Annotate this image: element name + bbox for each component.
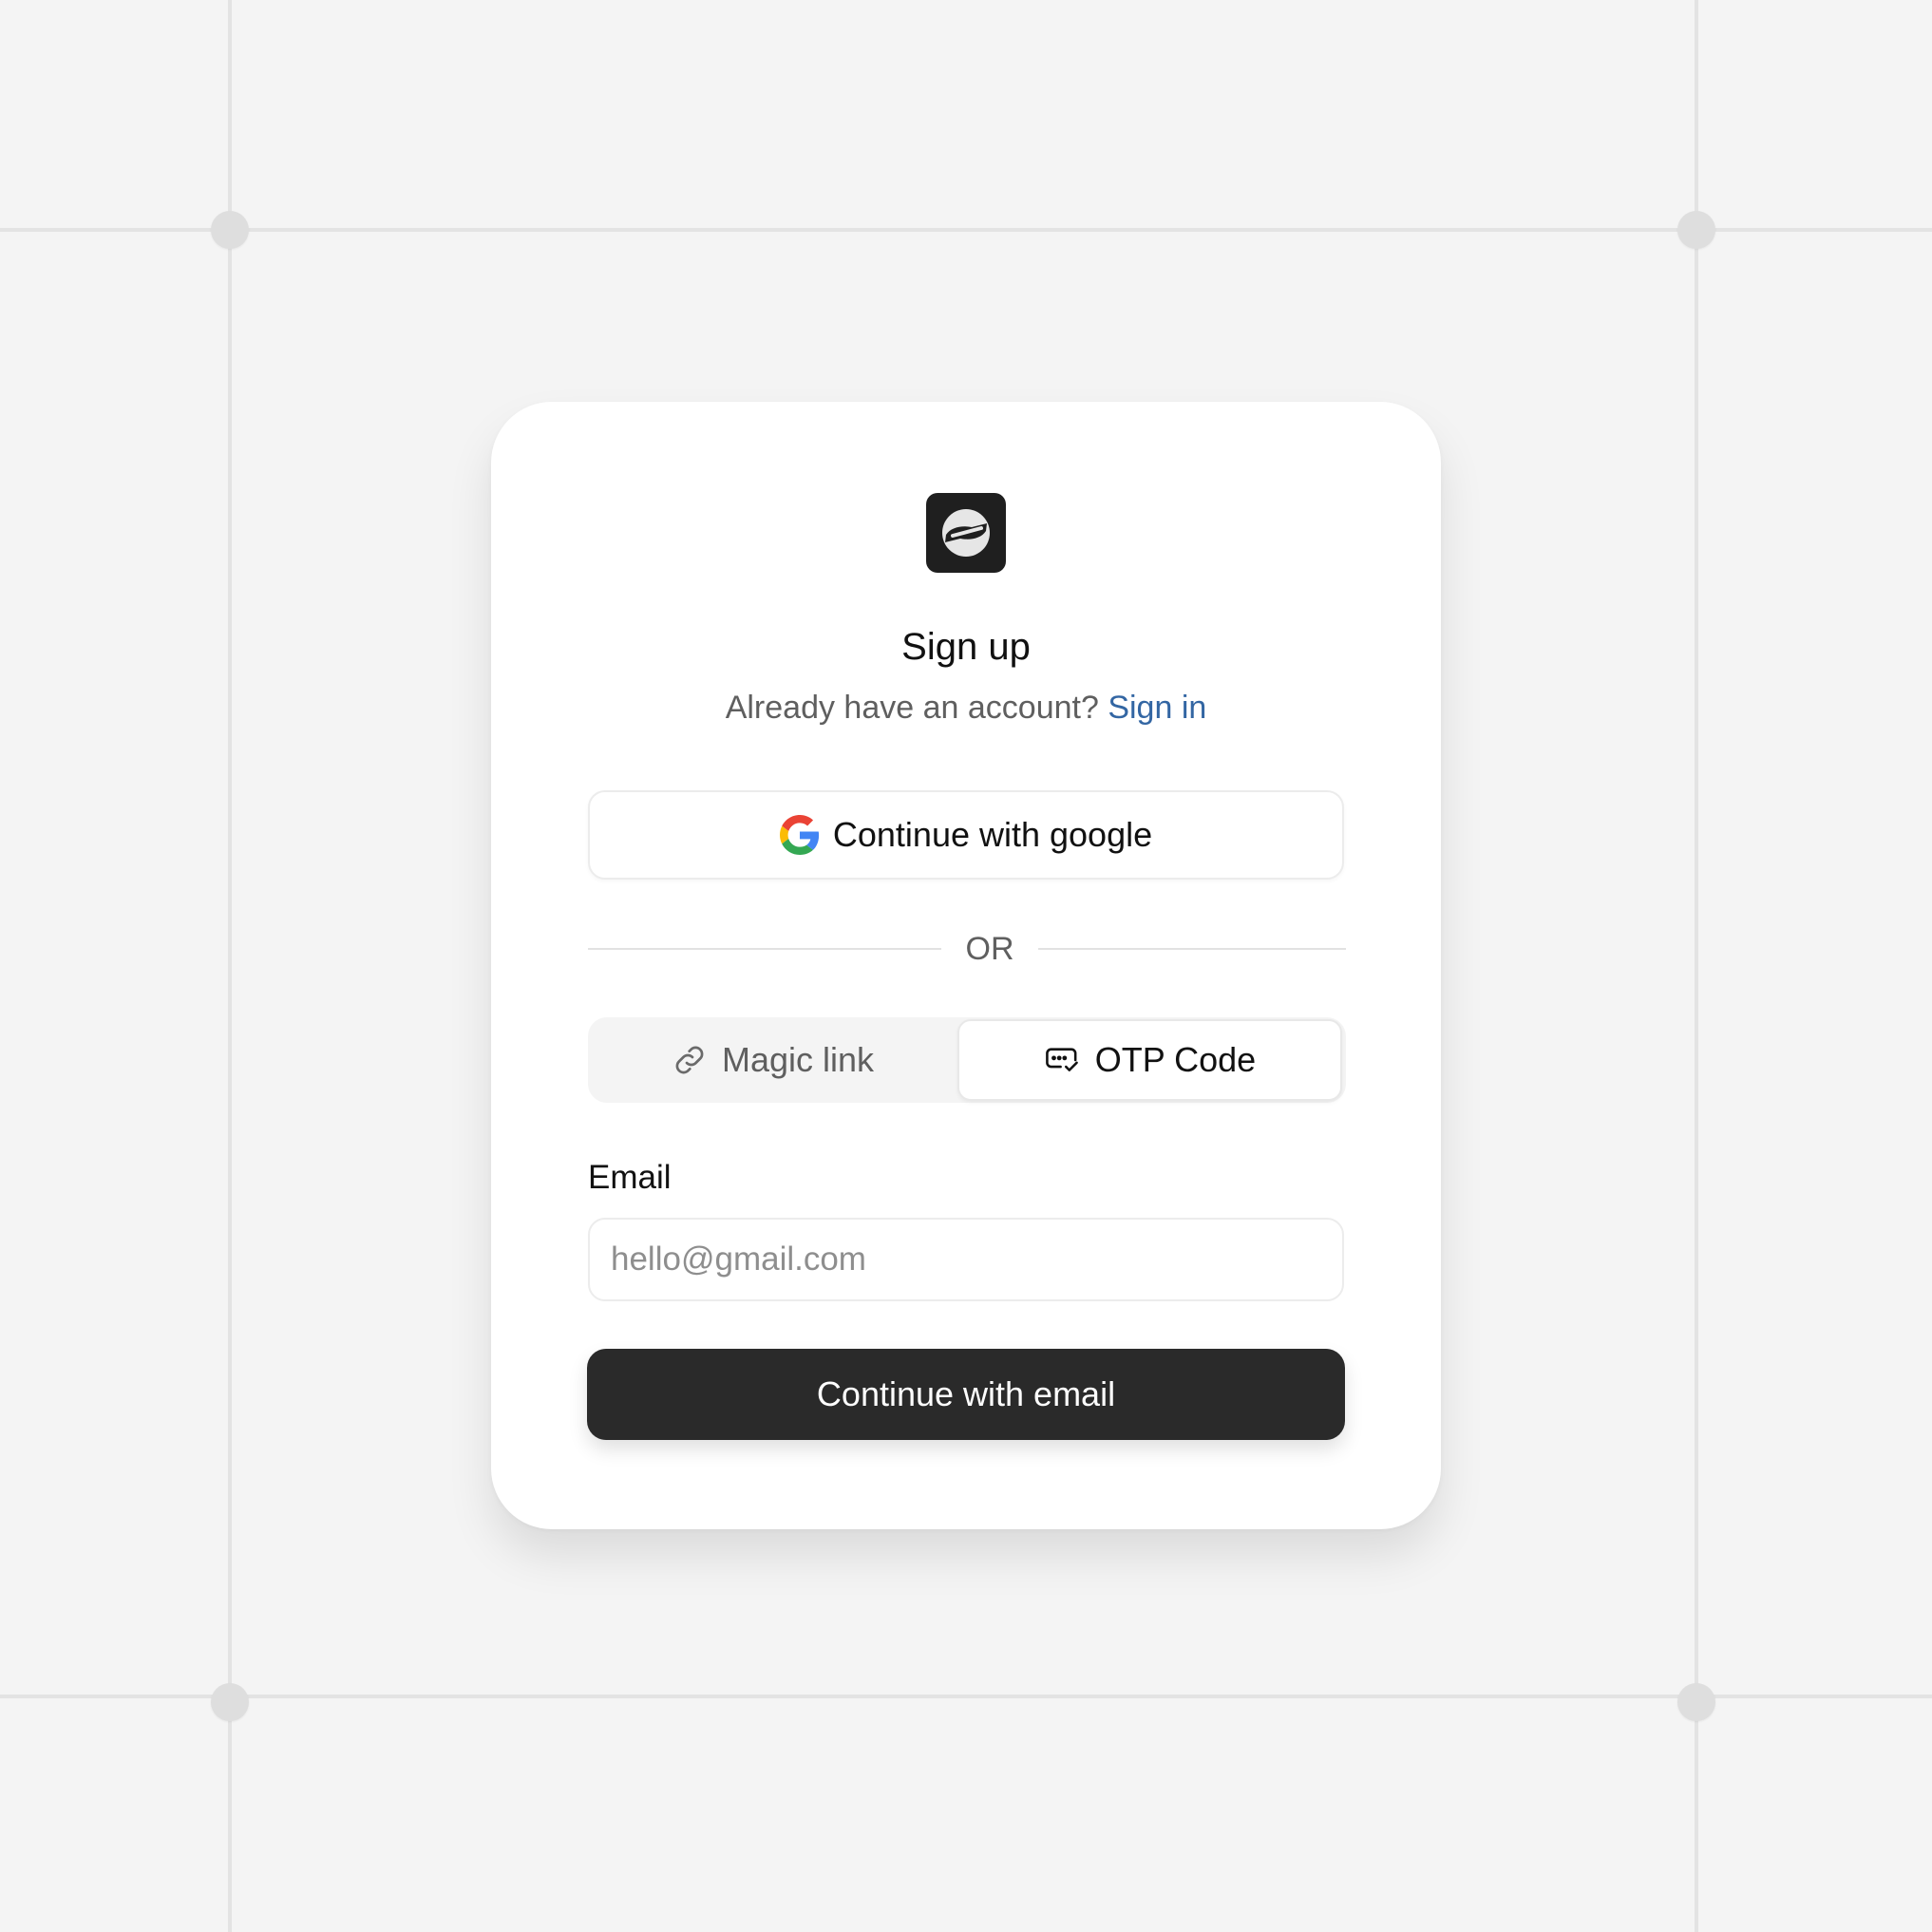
signin-link[interactable]: Sign in bbox=[1108, 690, 1206, 726]
page-title: Sign up bbox=[901, 626, 1031, 668]
guide-dot-top-right bbox=[1677, 211, 1715, 249]
google-button-label: Continue with google bbox=[832, 815, 1153, 854]
guide-line-vertical-left bbox=[228, 0, 232, 1932]
guide-line-horizontal-top bbox=[0, 228, 1932, 232]
google-icon bbox=[779, 815, 819, 855]
signup-card: Sign up Already have an account? Sign in… bbox=[491, 402, 1441, 1529]
continue-with-email-button[interactable]: Continue with email bbox=[587, 1349, 1345, 1440]
or-divider: OR bbox=[588, 925, 1346, 973]
guide-line-horizontal-bottom bbox=[0, 1695, 1932, 1698]
tab-magic-link[interactable]: Magic link bbox=[588, 1017, 958, 1103]
app-logo-icon bbox=[942, 509, 990, 557]
tab-magic-link-label: Magic link bbox=[721, 1040, 875, 1079]
tab-otp-code[interactable]: OTP Code bbox=[957, 1019, 1342, 1101]
guide-dot-bottom-left bbox=[211, 1683, 249, 1721]
or-label: OR bbox=[965, 931, 1014, 967]
email-label: Email bbox=[588, 1159, 672, 1196]
otp-message-icon bbox=[1045, 1048, 1078, 1071]
app-logo bbox=[926, 493, 1006, 573]
email-field[interactable] bbox=[588, 1218, 1344, 1301]
tab-otp-code-label: OTP Code bbox=[1094, 1040, 1257, 1079]
guide-dot-bottom-right bbox=[1677, 1683, 1715, 1721]
divider-line-right bbox=[1038, 948, 1346, 950]
signin-prompt: Already have an account? Sign in bbox=[491, 685, 1441, 730]
continue-with-google-button[interactable]: Continue with google bbox=[588, 790, 1344, 880]
guide-line-vertical-right bbox=[1695, 0, 1698, 1932]
auth-method-toggle: Magic link OTP Code bbox=[588, 1017, 1346, 1103]
divider-line-left bbox=[588, 948, 941, 950]
guide-dot-top-left bbox=[211, 211, 249, 249]
link-icon bbox=[675, 1046, 704, 1074]
signin-prompt-text: Already have an account? bbox=[725, 690, 1099, 726]
